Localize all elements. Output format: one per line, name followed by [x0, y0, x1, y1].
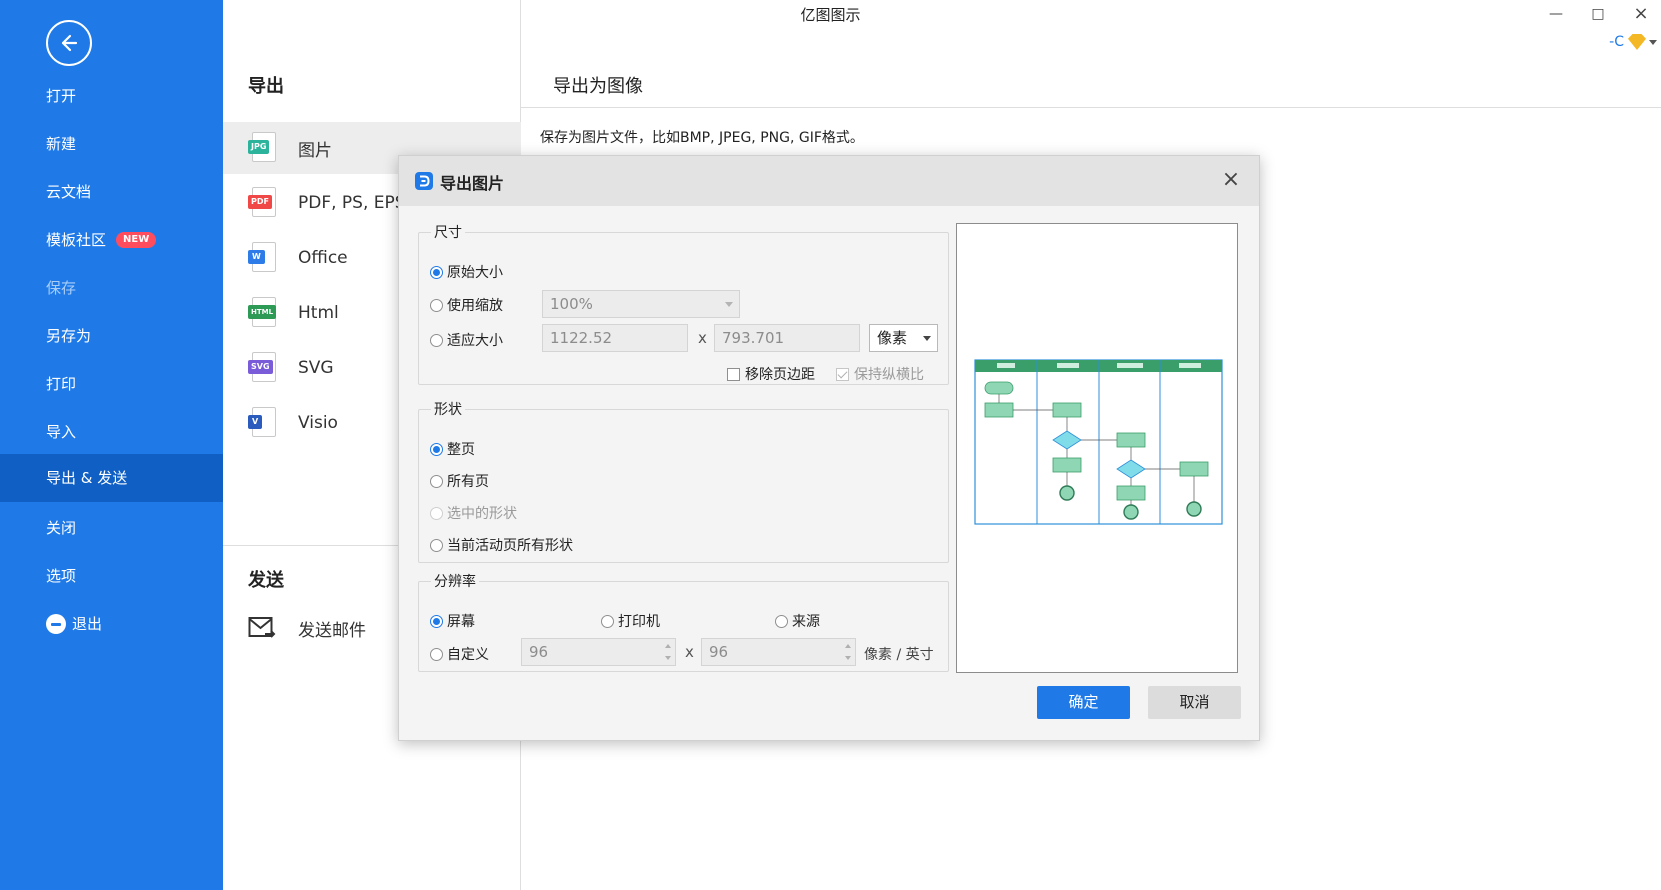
spin-up-icon	[845, 644, 851, 648]
radio-button[interactable]	[430, 298, 443, 312]
spin-up-icon	[665, 644, 671, 648]
sidebar-item-save: 保存	[46, 279, 77, 297]
unit-select[interactable]: 像素	[869, 324, 938, 352]
exit-icon	[46, 614, 66, 634]
radio-button[interactable]	[430, 647, 443, 661]
image-preview	[956, 223, 1238, 673]
radio-button[interactable]	[430, 442, 443, 456]
sidebar-item-close[interactable]: 关闭	[0, 506, 223, 550]
radio-button[interactable]	[430, 614, 443, 628]
export-description: 保存为图片文件，比如BMP, JPEG, PNG, GIF格式。	[540, 130, 864, 146]
radio-current-page-shapes[interactable]: 当前活动页所有形状	[430, 535, 573, 555]
spin-down-icon	[845, 656, 851, 660]
sidebar: 打开 新建 云文档 模板社区 NEW 保存 另存为 打印 导入 导出 & 发送 …	[0, 0, 223, 890]
arrow-left-icon	[61, 34, 78, 52]
sidebar-item-options[interactable]: 选项	[0, 554, 223, 598]
checkbox[interactable]	[727, 367, 740, 381]
radio-fit-size[interactable]: 适应大小	[430, 330, 503, 350]
radio-all-pages[interactable]: 所有页	[430, 471, 489, 491]
sidebar-item-export-send[interactable]: 导出 & 发送	[0, 454, 223, 502]
dialog-close-button[interactable]: ×	[1219, 168, 1243, 192]
back-button[interactable]	[46, 20, 92, 66]
dpi-y-spinner: 96	[701, 638, 856, 666]
chevron-down-icon	[1649, 39, 1657, 45]
close-window-button[interactable]: ×	[1626, 2, 1656, 26]
radio-original-size[interactable]: 原始大小	[430, 262, 503, 282]
dialog-title: 导出图片	[440, 174, 505, 193]
close-icon: ×	[1633, 3, 1649, 24]
user-label: -C	[1609, 34, 1624, 50]
dialog-header: 导出图片 ×	[399, 156, 1259, 206]
times-sign: x	[685, 643, 694, 661]
new-badge: NEW	[116, 232, 157, 248]
close-icon: ×	[1221, 167, 1241, 192]
radio-button	[430, 506, 443, 520]
size-legend: 尺寸	[434, 225, 462, 241]
resolution-legend: 分辨率	[434, 574, 476, 590]
jpg-file-icon: JPG	[248, 132, 276, 164]
send-section-title: 发送	[248, 570, 284, 591]
vip-diamond-icon	[1628, 34, 1646, 50]
sidebar-item-print[interactable]: 打印	[0, 362, 223, 406]
ok-button[interactable]: 确定	[1037, 686, 1130, 719]
sidebar-item-save-as[interactable]: 另存为	[0, 314, 223, 358]
maximize-icon: □	[1591, 6, 1605, 22]
visio-file-icon: V	[248, 407, 276, 439]
times-sign: x	[698, 329, 707, 347]
radio-printer[interactable]: 打印机	[601, 611, 660, 631]
sidebar-item-templates[interactable]: 模板社区 NEW	[0, 218, 223, 262]
minimize-button[interactable]: —	[1541, 2, 1571, 26]
radio-button[interactable]	[775, 614, 788, 628]
checkbox	[836, 367, 849, 381]
radio-button[interactable]	[601, 614, 614, 628]
radio-button[interactable]	[430, 265, 443, 279]
dpi-x-spinner: 96	[521, 638, 676, 666]
remove-margin-checkbox[interactable]: 移除页边距	[727, 364, 815, 384]
spin-down-icon	[665, 656, 671, 660]
cancel-button[interactable]: 取消	[1148, 686, 1241, 719]
chevron-down-icon	[923, 336, 931, 341]
swimlane-diagram-thumbnail	[967, 354, 1229, 534]
export-section-title: 导出	[248, 76, 284, 97]
keep-ratio-checkbox: 保持纵横比	[836, 364, 924, 384]
chevron-down-icon	[725, 302, 733, 307]
radio-custom[interactable]: 自定义	[430, 644, 489, 664]
user-menu[interactable]: -C	[1609, 34, 1657, 50]
html-file-icon: HTML	[248, 297, 277, 329]
radio-whole-page[interactable]: 整页	[430, 439, 475, 459]
radio-button[interactable]	[430, 333, 443, 347]
radio-source[interactable]: 来源	[775, 611, 820, 631]
sidebar-item-import[interactable]: 导入	[0, 410, 223, 454]
export-image-dialog: 导出图片 × 尺寸 原始大小 使用缩放 100% 适应大小 1122.52 x …	[398, 155, 1260, 741]
radio-button[interactable]	[430, 538, 443, 552]
sidebar-item-cloud[interactable]: 云文档	[0, 170, 223, 214]
zoom-select: 100%	[542, 290, 740, 318]
maximize-button[interactable]: □	[1583, 2, 1613, 26]
right-heading: 导出为图像	[553, 76, 643, 97]
word-file-icon: W	[248, 242, 276, 274]
svg-file-icon: SVG	[248, 352, 276, 384]
sidebar-item-new[interactable]: 新建	[0, 122, 223, 166]
radio-screen[interactable]: 屏幕	[430, 611, 475, 631]
radio-selected-shapes: 选中的形状	[430, 503, 517, 523]
sidebar-item-open[interactable]: 打开	[0, 74, 223, 118]
radio-zoom[interactable]: 使用缩放	[430, 295, 503, 315]
mail-send-icon	[248, 615, 276, 641]
minimize-icon: —	[1549, 6, 1563, 22]
sidebar-item-exit[interactable]: 退出	[0, 602, 223, 646]
shape-legend: 形状	[434, 402, 462, 418]
divider	[521, 107, 1661, 108]
app-logo-icon	[415, 172, 433, 190]
width-input: 1122.52	[542, 324, 688, 352]
pdf-file-icon: PDF	[248, 187, 276, 219]
dpi-unit-label: 像素 / 英寸	[864, 647, 934, 663]
height-input: 793.701	[714, 324, 860, 352]
radio-button[interactable]	[430, 474, 443, 488]
